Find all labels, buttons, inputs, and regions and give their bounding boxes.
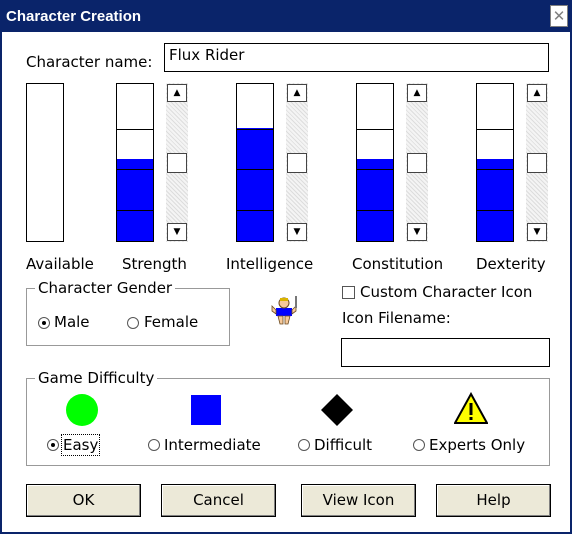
scroll-up-arrow-icon[interactable]: ▲ <box>167 84 187 102</box>
cancel-button[interactable]: Cancel <box>161 484 276 517</box>
scroll-up-arrow-icon[interactable]: ▲ <box>287 84 307 102</box>
difficult-radio[interactable] <box>298 439 310 451</box>
dexterity-bar-fill <box>477 159 513 241</box>
ok-button[interactable]: OK <box>26 484 141 517</box>
dexterity-scrollbar[interactable]: ▲ ▼ <box>526 83 548 242</box>
experts-only-label[interactable]: Experts Only <box>429 436 525 454</box>
dexterity-bar <box>476 83 514 242</box>
custom-icon-label[interactable]: Custom Character Icon <box>360 283 532 301</box>
scroll-down-arrow-icon[interactable]: ▼ <box>287 223 307 241</box>
title-bar: Character Creation ✕ <box>2 0 570 32</box>
close-button[interactable]: ✕ <box>550 5 568 27</box>
icon-filename-label: Icon Filename: <box>342 309 451 327</box>
scroll-up-arrow-icon[interactable]: ▲ <box>527 84 547 102</box>
character-creation-dialog: Character Creation ✕ Character name: Flu… <box>0 0 572 534</box>
intelligence-bar <box>236 83 274 242</box>
scroll-down-arrow-icon[interactable]: ▼ <box>527 223 547 241</box>
strength-scrollbar[interactable]: ▲ ▼ <box>166 83 188 242</box>
close-icon: ✕ <box>552 7 566 25</box>
difficult-label[interactable]: Difficult <box>314 436 372 454</box>
constitution-bar <box>356 83 394 242</box>
intermediate-label[interactable]: Intermediate <box>164 436 261 454</box>
constitution-scrollbar[interactable]: ▲ ▼ <box>406 83 428 242</box>
intelligence-bar-fill <box>237 127 273 241</box>
female-label[interactable]: Female <box>144 313 198 331</box>
warning-icon <box>454 392 488 424</box>
strength-bar-fill <box>117 159 153 241</box>
strength-label: Strength <box>122 255 187 273</box>
experts-only-radio[interactable] <box>413 439 425 451</box>
male-radio[interactable] <box>38 317 50 329</box>
character-icon <box>268 294 300 326</box>
window-title: Character Creation <box>6 8 142 25</box>
male-label[interactable]: Male <box>54 313 90 331</box>
help-button[interactable]: Help <box>436 484 551 517</box>
scroll-thumb[interactable] <box>167 153 187 173</box>
character-name-label: Character name: <box>26 53 153 71</box>
scroll-thumb[interactable] <box>527 153 547 173</box>
intelligence-scrollbar[interactable]: ▲ ▼ <box>286 83 308 242</box>
scroll-up-arrow-icon[interactable]: ▲ <box>407 84 427 102</box>
scroll-down-arrow-icon[interactable]: ▼ <box>167 223 187 241</box>
black-diamond-icon <box>321 394 353 426</box>
character-name-input[interactable]: Flux Rider <box>164 43 549 72</box>
dexterity-label: Dexterity <box>476 255 546 273</box>
easy-radio[interactable] <box>47 439 59 451</box>
female-radio[interactable] <box>127 317 139 329</box>
intelligence-label: Intelligence <box>226 255 314 273</box>
constitution-label: Constitution <box>352 255 444 273</box>
blue-square-icon <box>191 395 221 425</box>
available-bar <box>26 83 64 242</box>
icon-filename-input[interactable] <box>341 338 550 367</box>
constitution-bar-fill <box>357 159 393 241</box>
available-label: Available <box>26 255 94 273</box>
easy-label[interactable]: Easy <box>60 434 101 456</box>
scroll-down-arrow-icon[interactable]: ▼ <box>407 223 427 241</box>
view-icon-button[interactable]: View Icon <box>301 484 416 517</box>
scroll-thumb[interactable] <box>287 153 307 173</box>
custom-icon-checkbox[interactable] <box>342 286 355 299</box>
difficulty-legend: Game Difficulty <box>35 369 158 387</box>
intermediate-radio[interactable] <box>148 439 160 451</box>
strength-bar <box>116 83 154 242</box>
gender-legend: Character Gender <box>35 279 176 297</box>
scroll-thumb[interactable] <box>407 153 427 173</box>
green-circle-icon <box>66 394 98 426</box>
